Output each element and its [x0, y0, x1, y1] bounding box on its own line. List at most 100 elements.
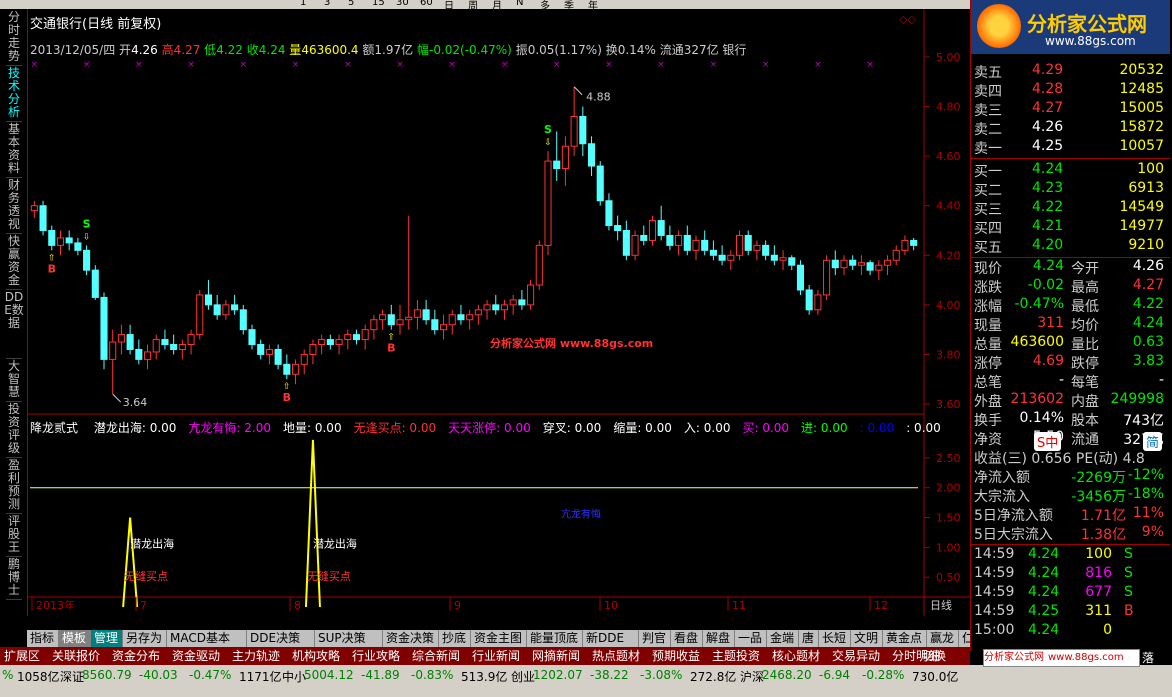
stat-label: 总量 [974, 337, 1002, 353]
bottom-brand-banner[interactable]: 分析家公式网 www.88gs.com [983, 649, 1140, 667]
tab-8[interactable]: 抄底 [439, 630, 471, 647]
ticker-item: -0.83% [411, 668, 454, 682]
period-4[interactable]: 30 [396, 0, 409, 8]
period-0[interactable]: 1 [300, 0, 306, 8]
tab-20[interactable]: 黄金点 [883, 630, 927, 647]
candle [614, 215, 622, 241]
tick-volume: 100 [1085, 546, 1112, 562]
tab-14[interactable]: 解盘 [703, 630, 735, 647]
tick-price: 4.24 [1028, 565, 1060, 581]
tab-19[interactable]: 文明 [851, 630, 883, 647]
bottom-link-5[interactable]: 机构攻略 [292, 647, 340, 665]
period-9[interactable]: N [516, 0, 523, 8]
indicator-value-3: 无逢买点: 0.00 [353, 421, 437, 435]
qianlong-label: 潜龙出海 [130, 536, 174, 550]
indicator-value-7: 入: 0.00 [683, 421, 731, 435]
candle [30, 200, 38, 219]
x-tick-label: 9 [454, 599, 461, 612]
tab-1[interactable]: 模板 [59, 630, 91, 647]
left-nav-item-3[interactable]: 财务透视 [4, 179, 24, 231]
period-1[interactable]: 3 [324, 0, 330, 8]
kanglong-label: 亢龙有悔 [561, 508, 601, 521]
tab-0[interactable]: 指标 [27, 630, 59, 647]
tab-16[interactable]: 金端 [767, 630, 799, 647]
left-nav-item-9[interactable]: 评股王 [4, 515, 24, 554]
y-tick-label: 4.60 [936, 150, 961, 163]
tab-13[interactable]: 看盘 [671, 630, 703, 647]
bottom-link-7[interactable]: 综合新闻 [412, 647, 460, 665]
bid-price: 4.23 [1032, 180, 1064, 196]
left-nav-item-10[interactable]: 鹏博士 [4, 558, 24, 597]
brand-banner[interactable]: 分析家公式网 www.88gs.com [971, 0, 1170, 54]
bid-price: 4.24 [1032, 161, 1064, 177]
left-nav-item-8[interactable]: 盈利预测 [4, 459, 24, 511]
period-11[interactable]: 季 [564, 0, 574, 9]
tab-5[interactable]: DDE决策 [247, 630, 315, 647]
partial-row: 收益(三) 0.656 PE(动) 4.8 S中 简 [974, 432, 1168, 467]
bottom-link-10[interactable]: 热点题材 [592, 647, 640, 665]
tab-17[interactable]: 唐 [799, 630, 819, 647]
left-nav-item-6[interactable]: 大智慧 [4, 360, 24, 399]
period-7[interactable]: 周 [468, 0, 478, 9]
tab-18[interactable]: 长短 [819, 630, 851, 647]
switch-button[interactable]: 切换 [922, 647, 946, 665]
indicator-value-0: 潜龙出海: 0.00 [93, 421, 177, 435]
period-10[interactable]: 多 [540, 0, 550, 9]
bottom-link-12[interactable]: 主题投资 [712, 647, 760, 665]
bottom-link-4[interactable]: 主力轨迹 [232, 647, 280, 665]
tab-2[interactable]: 管理 [91, 630, 123, 647]
tab-12[interactable]: 判官 [639, 630, 671, 647]
left-nav-item-1[interactable]: 技术分析 [4, 67, 24, 119]
left-nav-item-5[interactable]: DDE数据 [4, 291, 24, 330]
ime-indicator[interactable]: S中 [1034, 432, 1062, 451]
left-nav-item-0[interactable]: 分时走势 [4, 11, 24, 63]
tab-9[interactable]: 资金主图 [471, 630, 527, 647]
tab-4[interactable]: MACD基本 [167, 630, 247, 647]
sell-arrow-icon: ⇩ [544, 138, 552, 148]
brand-url: www.88gs.com [1045, 34, 1136, 48]
tab-10[interactable]: 能量顶底 [527, 630, 583, 647]
bottom-link-0[interactable]: 扩展区 [4, 647, 40, 665]
chart-area: 交通银行(日线 前复权) 2013/12/05/四 开4.26 高4.27 低4… [27, 9, 970, 616]
tab-7[interactable]: 资金决策 [383, 630, 439, 647]
y-tick-label: 4.40 [936, 200, 961, 213]
bid-label: 买一 [974, 164, 1002, 180]
period-2[interactable]: 5 [348, 0, 354, 8]
sell-arrow-icon: ⇩ [83, 232, 91, 242]
bottom-link-14[interactable]: 交易异动 [832, 647, 880, 665]
period-6[interactable]: 日 [444, 0, 454, 9]
ime-mode[interactable]: 简 [1142, 432, 1162, 451]
flow-label: 净流入额 [974, 470, 1030, 486]
stat-label: 外盘 [974, 394, 1002, 410]
tick-volume: 311 [1085, 603, 1112, 619]
left-nav-item-7[interactable]: 投资评级 [4, 403, 24, 455]
stat-label: 内盘 [1071, 394, 1099, 410]
event-marker: × [762, 60, 770, 70]
bottom-link-3[interactable]: 资金驱动 [172, 647, 220, 665]
bottom-link-11[interactable]: 预期收益 [652, 647, 700, 665]
tab-6[interactable]: SUP决策 [315, 630, 383, 647]
candle [570, 86, 578, 157]
sell-signal: S [83, 217, 91, 230]
candle [683, 225, 691, 256]
period-5[interactable]: 60 [420, 0, 433, 8]
bottom-link-8[interactable]: 行业新闻 [472, 647, 520, 665]
tab-15[interactable]: 一品 [735, 630, 767, 647]
bottom-link-1[interactable]: 关联报价 [52, 647, 100, 665]
tab-3[interactable]: 另存为 [123, 630, 167, 647]
bottom-link-2[interactable]: 资金分布 [112, 647, 160, 665]
tab-21[interactable]: 赢龙 [927, 630, 959, 647]
ticker-item: -38.22 [590, 668, 629, 682]
left-nav-item-4[interactable]: 快赢资金 [4, 235, 24, 287]
candle [587, 136, 596, 176]
period-12[interactable]: 年 [588, 0, 598, 9]
bottom-link-13[interactable]: 核心题材 [772, 647, 820, 665]
tab-11[interactable]: 新DDE [583, 630, 639, 647]
bottom-link-6[interactable]: 行业攻略 [352, 647, 400, 665]
period-3[interactable]: 15 [372, 0, 385, 8]
bottom-link-9[interactable]: 网摘新闻 [532, 647, 580, 665]
ask-volume: 12485 [1119, 81, 1164, 97]
candle [361, 324, 369, 350]
left-nav-item-2[interactable]: 基本资料 [4, 123, 24, 175]
period-8[interactable]: 月 [492, 0, 502, 9]
